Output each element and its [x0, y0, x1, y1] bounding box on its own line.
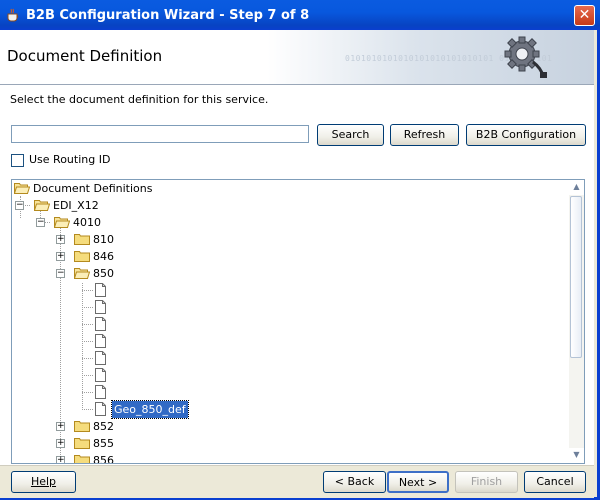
title-bar[interactable]: B2B Configuration Wizard - Step 7 of 8 ✕ — [0, 0, 600, 30]
expand-icon[interactable]: + — [56, 439, 65, 448]
tree-label: 856 — [93, 454, 114, 464]
routing-id-checkbox[interactable] — [11, 154, 24, 167]
document-icon — [95, 300, 106, 314]
content-panel: Select the document definition for this … — [0, 85, 594, 465]
collapse-icon[interactable]: − — [15, 201, 24, 210]
wizard-header: Document Definition 01010101010101010101… — [0, 30, 594, 85]
page-title: Document Definition — [7, 47, 163, 65]
close-icon: ✕ — [578, 7, 591, 23]
window-title: B2B Configuration Wizard - Step 7 of 8 — [26, 8, 310, 23]
tree-line — [82, 324, 93, 325]
scroll-down-button[interactable]: ▼ — [569, 448, 584, 463]
tree-label: 810 — [93, 233, 114, 246]
app-cup-icon — [7, 8, 19, 22]
document-icon — [95, 351, 106, 365]
document-icon — [95, 317, 106, 331]
tree-line — [82, 341, 93, 342]
tree-line — [82, 283, 83, 410]
document-icon — [95, 334, 106, 348]
tree-line — [82, 307, 93, 308]
folder-icon — [74, 455, 90, 463]
gear-plug-icon — [504, 36, 547, 78]
tree-label: 846 — [93, 250, 114, 263]
tree-label: 852 — [93, 420, 114, 433]
scroll-up-button[interactable]: ▲ — [569, 180, 584, 195]
finish-button[interactable]: Finish — [455, 471, 518, 493]
tree-line — [82, 290, 93, 291]
b2b-configuration-button[interactable]: B2B Configuration — [466, 124, 586, 146]
tree-line — [82, 409, 93, 410]
folder-icon — [74, 421, 90, 432]
expand-icon[interactable]: + — [56, 235, 65, 244]
wizard-footer: Help < Back Next > Finish Cancel — [0, 465, 594, 498]
expand-icon[interactable]: + — [56, 252, 65, 261]
next-button[interactable]: Next > — [387, 471, 449, 493]
tree-line — [82, 375, 93, 376]
folder-icon — [74, 438, 90, 449]
expand-icon[interactable]: + — [56, 422, 65, 431]
document-icon — [95, 402, 106, 416]
instruction-text: Select the document definition for this … — [10, 93, 269, 106]
tree-label: 850 — [93, 267, 114, 280]
close-button[interactable]: ✕ — [574, 5, 595, 26]
tree-label-selected: Geo_850_def — [111, 400, 189, 419]
tree-label: 4010 — [73, 216, 101, 229]
chevron-down-icon: ▼ — [573, 450, 580, 459]
tree-line — [82, 358, 93, 359]
open-folder-icon — [14, 183, 30, 194]
routing-id-label: Use Routing ID — [29, 153, 111, 166]
folder-icon — [74, 251, 90, 262]
help-button[interactable]: Help — [11, 471, 76, 493]
document-icon — [95, 283, 106, 297]
expand-icon[interactable]: + — [56, 456, 65, 463]
tree-label: Document Definitions — [33, 182, 153, 195]
cancel-button[interactable]: Cancel — [524, 471, 586, 493]
open-folder-icon — [74, 268, 90, 279]
tree-label: 855 — [93, 437, 114, 450]
chevron-up-icon: ▲ — [573, 182, 580, 191]
document-icon — [95, 368, 106, 382]
document-tree[interactable]: Document Definitions − EDI_X12 − 4010 + … — [11, 179, 585, 464]
collapse-icon[interactable]: − — [56, 269, 65, 278]
tree-line — [82, 392, 93, 393]
open-folder-icon — [54, 217, 70, 228]
folder-icon — [74, 234, 90, 245]
tree-scrollbar[interactable]: ▲ ▼ — [569, 180, 584, 463]
tree-label: EDI_X12 — [53, 199, 99, 212]
open-folder-icon — [34, 200, 50, 211]
search-button[interactable]: Search — [317, 124, 384, 146]
document-icon — [95, 385, 106, 399]
collapse-icon[interactable]: − — [36, 218, 45, 227]
refresh-button[interactable]: Refresh — [390, 124, 459, 146]
search-input[interactable] — [11, 125, 309, 143]
scroll-thumb[interactable] — [570, 196, 582, 358]
back-button[interactable]: < Back — [323, 471, 386, 493]
